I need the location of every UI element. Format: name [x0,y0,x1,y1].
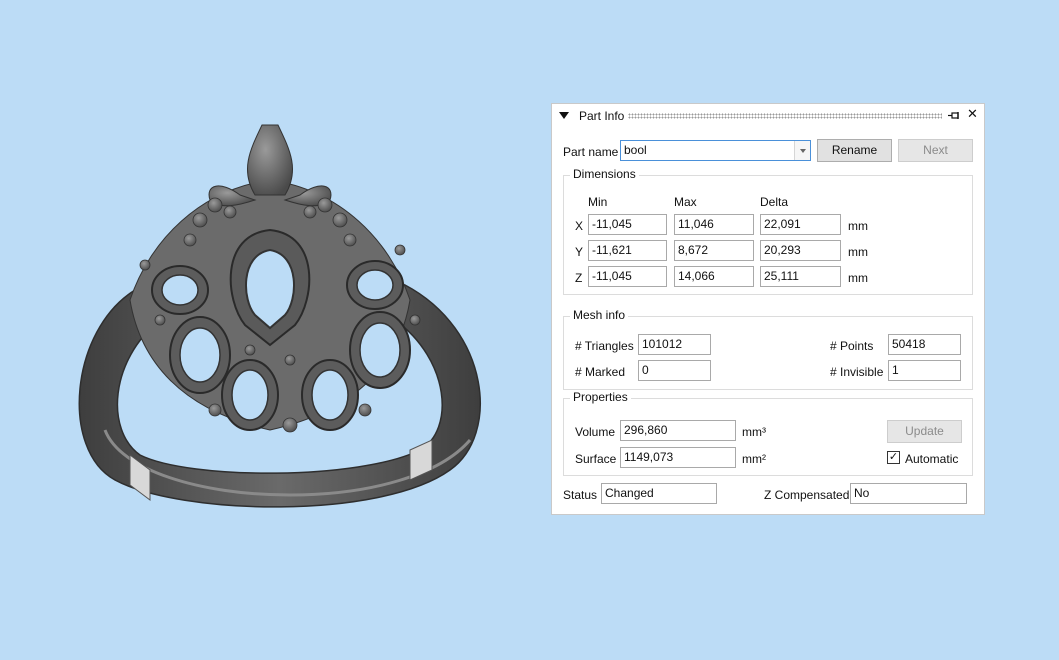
mesh-info-group: Mesh info # Triangles 101012 # Points 50… [563,308,973,390]
properties-title: Properties [570,390,631,404]
x-max-field[interactable]: 11,046 [674,214,754,235]
panel-title: Part Info [579,109,625,123]
y-min-field[interactable]: -11,621 [588,240,667,261]
y-max-field[interactable]: 8,672 [674,240,754,261]
drag-grip[interactable] [628,113,942,119]
mesh-info-title: Mesh info [570,308,629,322]
panel-header[interactable]: Part Info ✕ [552,104,984,128]
axis-x-label: X [575,219,584,233]
volume-field[interactable]: 296,860 [620,420,736,441]
invisible-field[interactable]: 1 [888,360,961,381]
y-unit: mm [848,245,868,259]
marked-label: # Marked [575,365,626,379]
status-field[interactable]: Changed [601,483,717,504]
z-max-field[interactable]: 14,066 [674,266,754,287]
part-name-combobox[interactable]: bool [620,140,811,161]
volume-unit: mm³ [742,425,766,439]
triangles-label: # Triangles [575,339,634,353]
surface-unit: mm² [742,452,766,466]
points-field[interactable]: 50418 [888,334,961,355]
part-info-panel: Part Info ✕ Part name bool Rename Next D… [551,103,985,515]
pin-icon[interactable] [948,111,960,121]
z-unit: mm [848,271,868,285]
x-min-field[interactable]: -11,045 [588,214,667,235]
status-label: Status [563,488,598,502]
z-min-field[interactable]: -11,045 [588,266,667,287]
triangles-field[interactable]: 101012 [638,334,711,355]
volume-label: Volume [575,425,616,439]
dimensions-title: Dimensions [570,167,639,181]
rename-button[interactable]: Rename [817,139,892,162]
max-header: Max [674,195,697,209]
ring-model[interactable] [0,0,545,660]
axis-y-label: Y [575,245,584,259]
part-name-label: Part name [563,145,619,159]
automatic-checkbox[interactable]: ✓ [887,451,900,464]
chevron-down-icon[interactable] [794,141,810,160]
properties-group: Properties Volume 296,860 mm³ Update Sur… [563,390,973,476]
surface-field[interactable]: 1149,073 [620,447,736,468]
next-button[interactable]: Next [898,139,973,162]
x-unit: mm [848,219,868,233]
dimensions-group: Dimensions Min Max Delta X -11,045 11,04… [563,167,973,295]
close-icon[interactable]: ✕ [967,107,978,121]
axis-z-label: Z [575,271,583,285]
x-delta-field[interactable]: 22,091 [760,214,841,235]
min-header: Min [588,195,608,209]
part-name-value: bool [624,143,647,157]
z-compensated-field[interactable]: No [850,483,967,504]
marked-field[interactable]: 0 [638,360,711,381]
points-label: # Points [830,339,874,353]
automatic-label: Automatic [905,452,959,466]
z-delta-field[interactable]: 25,111 [760,266,841,287]
check-icon: ✓ [888,451,899,463]
z-compensated-label: Z Compensated [764,488,850,502]
y-delta-field[interactable]: 20,293 [760,240,841,261]
update-button[interactable]: Update [887,420,962,443]
triangle-down-icon[interactable] [559,112,569,119]
3d-viewport[interactable] [0,0,545,660]
delta-header: Delta [760,195,789,209]
surface-label: Surface [575,452,617,466]
invisible-label: # Invisible [830,365,884,379]
